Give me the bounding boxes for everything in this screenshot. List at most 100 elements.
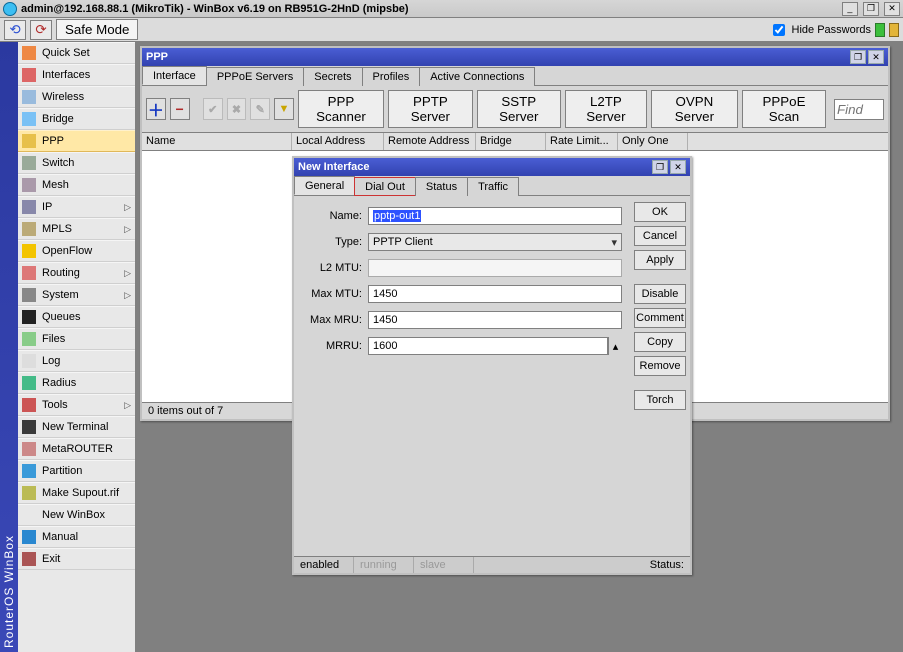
sidebar-item-make-supout-rif[interactable]: Make Supout.rif (18, 482, 135, 504)
sidebar-item-switch[interactable]: Switch (18, 152, 135, 174)
find-input[interactable] (834, 99, 884, 120)
sidebar-item-label: MetaROUTER (42, 443, 113, 455)
column-header[interactable]: Bridge (476, 133, 546, 150)
maxmru-label: Max MRU: (302, 314, 362, 326)
comment-button[interactable]: Comment (634, 308, 686, 328)
sidebar-item-label: Exit (42, 553, 60, 565)
sidebar-item-manual[interactable]: Manual (18, 526, 135, 548)
column-header[interactable]: Name (142, 133, 292, 150)
hide-passwords-label: Hide Passwords (792, 24, 871, 36)
sidebar-item-openflow[interactable]: OpenFlow (18, 240, 135, 262)
sidebar-item-mpls[interactable]: MPLS▷ (18, 218, 135, 240)
sidebar-item-partition[interactable]: Partition (18, 460, 135, 482)
redo-button[interactable]: ⟳ (30, 20, 52, 40)
hide-passwords-toggle[interactable]: Hide Passwords (769, 21, 871, 39)
hide-passwords-checkbox[interactable] (773, 24, 785, 36)
tab-pppoe-servers[interactable]: PPPoE Servers (206, 67, 304, 86)
enable-button[interactable]: ✔ (203, 98, 223, 120)
ppp-scanner-button[interactable]: PPP Scanner (298, 90, 384, 128)
column-header[interactable]: Only One (618, 133, 688, 150)
comment-button[interactable]: ✎ (250, 98, 270, 120)
disable-button[interactable]: Disable (634, 284, 686, 304)
sidebar-item-label: Log (42, 355, 60, 367)
mrru-input[interactable] (368, 337, 608, 355)
sidebar-item-quick-set[interactable]: Quick Set (18, 42, 135, 64)
pptp-server-button[interactable]: PPTP Server (388, 90, 472, 128)
chevron-right-icon: ▷ (124, 290, 131, 301)
menu-icon (22, 178, 36, 192)
menu-icon (22, 442, 36, 456)
sidebar-item-log[interactable]: Log (18, 350, 135, 372)
maxmtu-input[interactable] (368, 285, 622, 303)
tab-dial-out[interactable]: Dial Out (354, 177, 416, 196)
safe-mode-button[interactable]: Safe Mode (56, 19, 138, 40)
sidebar-item-tools[interactable]: Tools▷ (18, 394, 135, 416)
sidebar-item-exit[interactable]: Exit (18, 548, 135, 570)
sidebar-item-routing[interactable]: Routing▷ (18, 262, 135, 284)
ppp-window-title-bar[interactable]: PPP ❐ ✕ (142, 48, 888, 66)
sidebar-item-label: Radius (42, 377, 76, 389)
menu-icon (22, 354, 36, 368)
undo-button[interactable]: ⟲ (4, 20, 26, 40)
copy-button[interactable]: Copy (634, 332, 686, 352)
column-header[interactable]: Local Address (292, 133, 384, 150)
tab-status[interactable]: Status (415, 177, 468, 196)
name-input[interactable]: pptp-out1 (368, 207, 622, 225)
sidebar-item-wireless[interactable]: Wireless (18, 86, 135, 108)
maximize-button[interactable]: ❐ (863, 2, 879, 16)
cancel-button[interactable]: Cancel (634, 226, 686, 246)
ppp-window-close-button[interactable]: ✕ (868, 50, 884, 64)
remove-button[interactable]: − (170, 98, 190, 120)
menu-icon (22, 68, 36, 82)
dialog-close-button[interactable]: ✕ (670, 160, 686, 174)
tab-traffic[interactable]: Traffic (467, 177, 519, 196)
mrru-stepper[interactable]: ▴ (608, 337, 622, 355)
maxmru-input[interactable] (368, 311, 622, 329)
ppp-window-restore-button[interactable]: ❐ (850, 50, 866, 64)
sidebar-item-label: Interfaces (42, 69, 90, 81)
l2tp-server-button[interactable]: L2TP Server (565, 90, 647, 128)
column-header[interactable]: Remote Address (384, 133, 476, 150)
sidebar-item-files[interactable]: Files (18, 328, 135, 350)
torch-button[interactable]: Torch (634, 390, 686, 410)
tab-secrets[interactable]: Secrets (303, 67, 362, 86)
sidebar-item-new-winbox[interactable]: New WinBox (18, 504, 135, 526)
tab-interface[interactable]: Interface (142, 66, 207, 85)
sidebar-item-system[interactable]: System▷ (18, 284, 135, 306)
sidebar-item-ip[interactable]: IP ▷ (18, 196, 135, 218)
filter-button[interactable]: ▼ (274, 98, 294, 120)
menu-icon (22, 552, 36, 566)
apply-button[interactable]: Apply (634, 250, 686, 270)
sstp-server-button[interactable]: SSTP Server (477, 90, 561, 128)
dialog-restore-button[interactable]: ❐ (652, 160, 668, 174)
sidebar-item-interfaces[interactable]: Interfaces (18, 64, 135, 86)
minimize-button[interactable]: _ (842, 2, 858, 16)
dialog-title-bar[interactable]: New Interface ❐ ✕ (294, 158, 690, 176)
disable-button[interactable]: ✖ (227, 98, 247, 120)
sidebar-item-queues[interactable]: Queues (18, 306, 135, 328)
ok-button[interactable]: OK (634, 202, 686, 222)
type-select[interactable]: PPTP Client (368, 233, 622, 251)
sidebar-item-metarouter[interactable]: MetaROUTER (18, 438, 135, 460)
dialog-button-column: OK Cancel Apply Disable Comment Copy Remove Tor… (630, 196, 690, 556)
sidebar-item-bridge[interactable]: Bridge (18, 108, 135, 130)
chevron-right-icon: ▷ (124, 202, 131, 213)
menu-icon (22, 398, 36, 412)
sidebar-item-new-terminal[interactable]: New Terminal (18, 416, 135, 438)
tab-profiles[interactable]: Profiles (362, 67, 421, 86)
sidebar-item-mesh[interactable]: Mesh (18, 174, 135, 196)
tab-active-connections[interactable]: Active Connections (419, 67, 535, 86)
maxmtu-label: Max MTU: (302, 288, 362, 300)
ovpn-server-button[interactable]: OVPN Server (651, 90, 738, 128)
tab-general[interactable]: General (294, 176, 355, 195)
sidebar-item-radius[interactable]: Radius (18, 372, 135, 394)
close-button[interactable]: ✕ (884, 2, 900, 16)
sidebar-item-label: IP (42, 201, 52, 213)
column-header[interactable]: Rate Limit... (546, 133, 618, 150)
pppoe-scan-button[interactable]: PPPoE Scan (742, 90, 826, 128)
ppp-toolbar: ＋ − ✔ ✖ ✎ ▼ PPP ScannerPPTP ServerSSTP S… (142, 86, 888, 133)
remove-button[interactable]: Remove (634, 356, 686, 376)
sidebar-item-ppp[interactable]: PPP (18, 130, 135, 152)
menu-icon (22, 244, 36, 258)
add-button[interactable]: ＋ (146, 98, 166, 120)
